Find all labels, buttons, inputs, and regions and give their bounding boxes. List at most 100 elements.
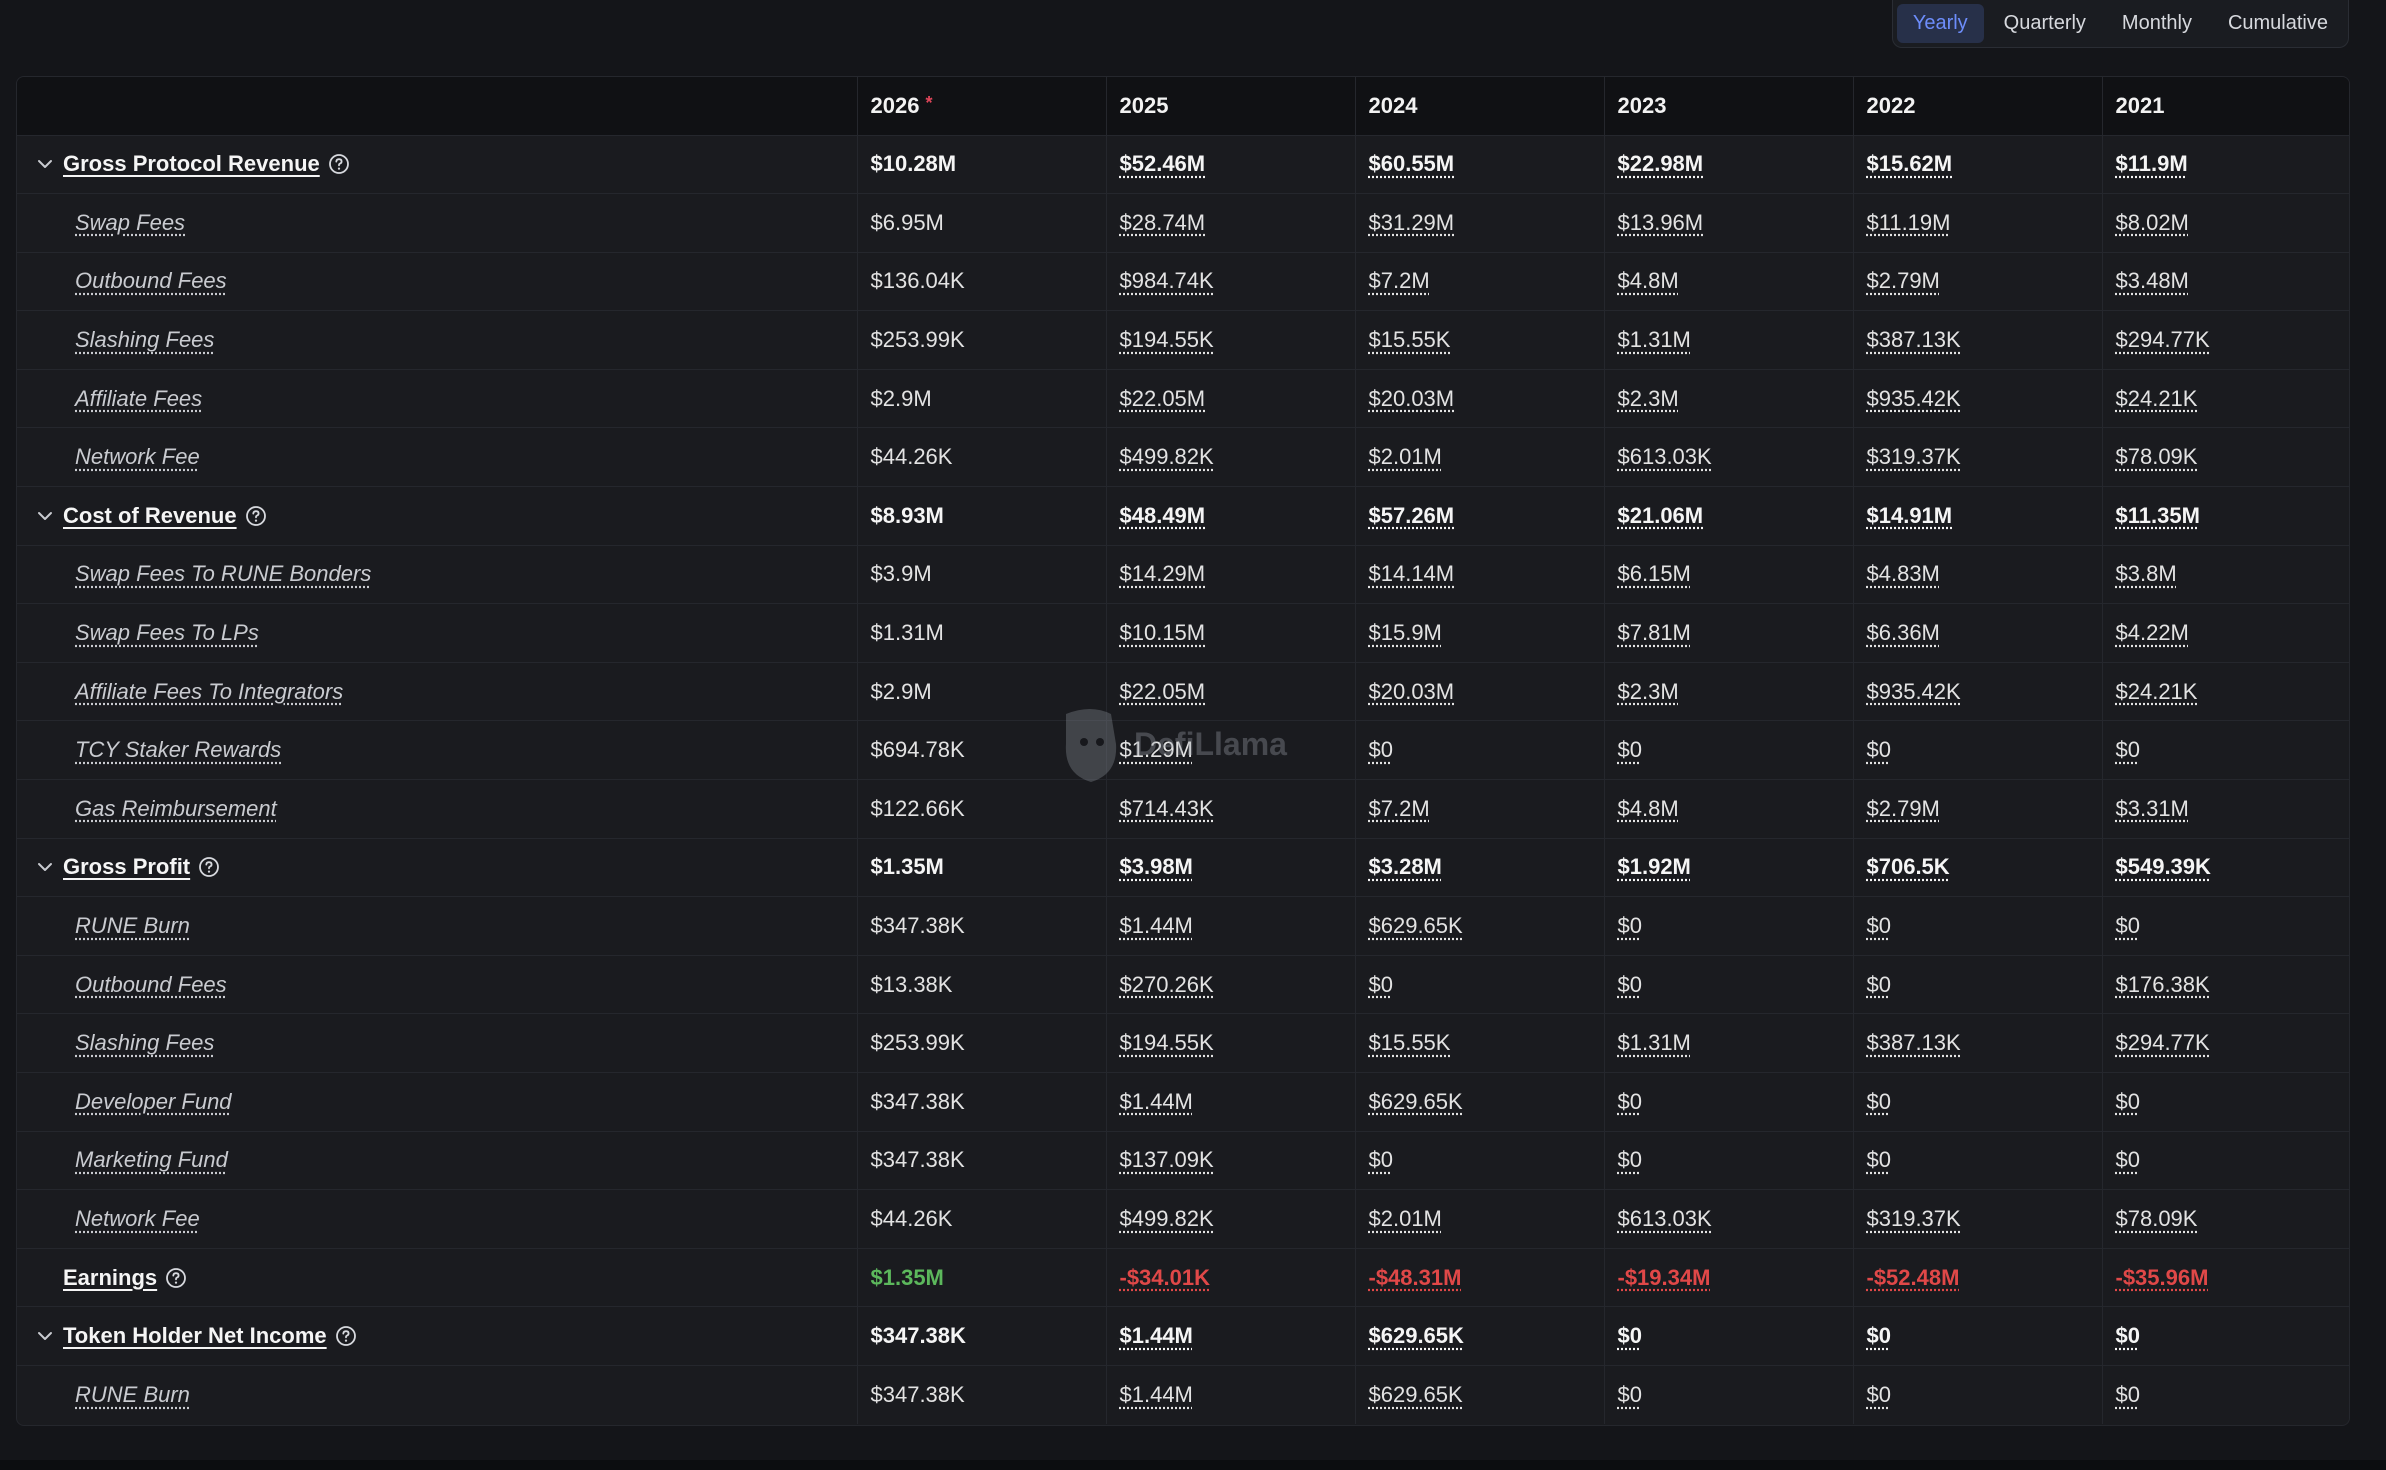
value-cell-2021: $3.8M	[2101, 545, 2349, 604]
period-cumulative-button[interactable]: Cumulative	[2212, 4, 2344, 43]
row-label-swap-fees-to-lps[interactable]: Swap Fees To LPs	[75, 620, 259, 646]
help-icon[interactable]	[328, 153, 350, 175]
value-cell-2024: $2.01M	[1354, 1189, 1604, 1249]
value-text: $0	[1866, 913, 1891, 939]
value-text: -$52.48M	[1866, 1264, 1960, 1290]
help-icon[interactable]	[165, 1267, 187, 1289]
help-icon[interactable]	[245, 505, 267, 527]
value-text: $0	[2115, 1323, 2140, 1349]
row-label-developer-fund[interactable]: Developer Fund	[75, 1089, 232, 1115]
help-icon[interactable]	[198, 856, 220, 878]
value-cell-2021: $78.09K	[2101, 1189, 2349, 1249]
row-label-cell: Gross Protocol Revenue	[17, 135, 857, 194]
value-cell-2021: $78.09K	[2101, 427, 2349, 487]
income-statement-table: 2026 * 2025 2024 2023 2022 2021 Gross Pro…	[16, 76, 2350, 1426]
value-cell-2023: $7.81M	[1603, 603, 1853, 663]
row-label-cell: Earnings	[17, 1248, 857, 1307]
value-text: $48.49M	[1119, 502, 1206, 528]
value-text: $1.35M	[870, 854, 944, 880]
value-text: $0	[2115, 913, 2140, 939]
row-label-cell: Gas Reimbursement	[17, 780, 857, 839]
row-label-outbound-fees[interactable]: Outbound Fees	[75, 972, 227, 998]
value-text: $24.21K	[2115, 678, 2198, 704]
value-cell-2023: $22.98M	[1603, 135, 1853, 194]
value-cell-2025: $194.55K	[1105, 1013, 1355, 1073]
row-label-rune-burn[interactable]: RUNE Burn	[75, 913, 190, 939]
row-label-tcy-staker-rewards[interactable]: TCY Staker Rewards	[75, 737, 281, 763]
row-label-earnings[interactable]: Earnings	[63, 1265, 157, 1291]
row-label-network-fee[interactable]: Network Fee	[75, 1206, 200, 1232]
row-label-outbound-fees[interactable]: Outbound Fees	[75, 268, 227, 294]
value-text: $20.03M	[1368, 678, 1455, 704]
period-monthly-button[interactable]: Monthly	[2106, 4, 2208, 43]
value-text: $0	[1866, 1147, 1891, 1173]
row-label-token-holder-net-income[interactable]: Token Holder Net Income	[63, 1323, 327, 1349]
row-label-cell: Developer Fund	[17, 1073, 857, 1132]
value-text: $15.55K	[1368, 1030, 1451, 1056]
row-label-cell: Outbound Fees	[17, 955, 857, 1014]
value-text: $613.03K	[1617, 444, 1712, 470]
value-cell-2026: $10.28M	[856, 135, 1106, 194]
row-label-cell: Marketing Fund	[17, 1131, 857, 1190]
period-quarterly-button[interactable]: Quarterly	[1988, 4, 2102, 43]
value-text: $7.2M	[1368, 795, 1430, 821]
value-cell-2025: $10.15M	[1105, 603, 1355, 663]
value-cell-2021: $0	[2101, 896, 2349, 956]
row-label-cell: Swap Fees To LPs	[17, 604, 857, 663]
value-text: $1.35M	[870, 1264, 944, 1290]
row-label-gross-protocol-revenue[interactable]: Gross Protocol Revenue	[63, 151, 320, 177]
row-label-slashing-fees[interactable]: Slashing Fees	[75, 1030, 214, 1056]
value-cell-2023: $613.03K	[1603, 427, 1853, 487]
value-cell-2022: $11.19M	[1852, 193, 2102, 253]
value-text: $2.79M	[1866, 795, 1940, 821]
row-label-gross-profit[interactable]: Gross Profit	[63, 854, 190, 880]
row-label-affiliate-fees[interactable]: Affiliate Fees	[75, 386, 202, 412]
row-label-cell: RUNE Burn	[17, 1365, 857, 1424]
value-text: $20.03M	[1368, 385, 1455, 411]
chevron-down-icon[interactable]	[33, 152, 57, 176]
row-label-cost-of-revenue[interactable]: Cost of Revenue	[63, 503, 237, 529]
value-text: $3.98M	[1119, 854, 1193, 880]
value-text: $499.82K	[1119, 444, 1214, 470]
row-label-rune-burn[interactable]: RUNE Burn	[75, 1382, 190, 1408]
row-label-swap-fees-to-rune-bonders[interactable]: Swap Fees To RUNE Bonders	[75, 561, 371, 587]
value-text: $347.38K	[870, 1088, 965, 1114]
row-label-network-fee[interactable]: Network Fee	[75, 444, 200, 470]
value-cell-2022: $0	[1852, 1306, 2102, 1366]
value-cell-2026: $253.99K	[856, 310, 1106, 370]
table-row: Network Fee $44.26K $499.82K $2.01M $613.03K…	[17, 1189, 2349, 1249]
value-cell-2024: $629.65K	[1354, 1365, 1604, 1425]
value-text: $253.99K	[870, 327, 965, 353]
value-text: -$48.31M	[1368, 1264, 1462, 1290]
value-text: $44.26K	[870, 444, 953, 470]
period-yearly-button[interactable]: Yearly	[1896, 4, 1984, 43]
row-label-marketing-fund[interactable]: Marketing Fund	[75, 1147, 228, 1173]
chevron-down-icon[interactable]	[33, 855, 57, 879]
row-label-swap-fees[interactable]: Swap Fees	[75, 210, 185, 236]
table-body: Gross Protocol Revenue $10.28M $52.46M $60.…	[17, 135, 2349, 1425]
value-cell-2026: $2.9M	[856, 662, 1106, 721]
help-icon[interactable]	[335, 1325, 357, 1347]
row-label-affiliate-fees-to-integrators[interactable]: Affiliate Fees To Integrators	[75, 679, 343, 705]
value-cell-2025: $270.26K	[1105, 955, 1355, 1014]
value-text: $294.77K	[2115, 327, 2210, 353]
value-cell-2021: $11.35M	[2101, 486, 2349, 546]
chevron-down-icon[interactable]	[33, 504, 57, 528]
value-text: $347.38K	[870, 1323, 966, 1349]
value-cell-2025: $714.43K	[1105, 779, 1355, 839]
value-cell-2021: $0	[2101, 1365, 2349, 1425]
estimate-marker: *	[925, 92, 933, 113]
value-text: $0	[1617, 971, 1642, 997]
chevron-down-icon[interactable]	[33, 1324, 57, 1348]
value-text: $0	[1866, 1382, 1891, 1408]
value-text: $122.66K	[870, 795, 965, 821]
table-row: Cost of Revenue $8.93M $48.49M $57.26M $21.0…	[17, 486, 2349, 546]
header-year-2026: 2026 *	[856, 77, 1106, 135]
row-label-gas-reimbursement[interactable]: Gas Reimbursement	[75, 796, 277, 822]
row-label-slashing-fees[interactable]: Slashing Fees	[75, 327, 214, 353]
row-label-cell: Affiliate Fees	[17, 369, 857, 428]
value-text: $15.9M	[1368, 620, 1442, 646]
value-cell-2022: $14.91M	[1852, 486, 2102, 546]
value-text: $57.26M	[1368, 502, 1455, 528]
value-cell-2021: $0	[2101, 720, 2349, 780]
